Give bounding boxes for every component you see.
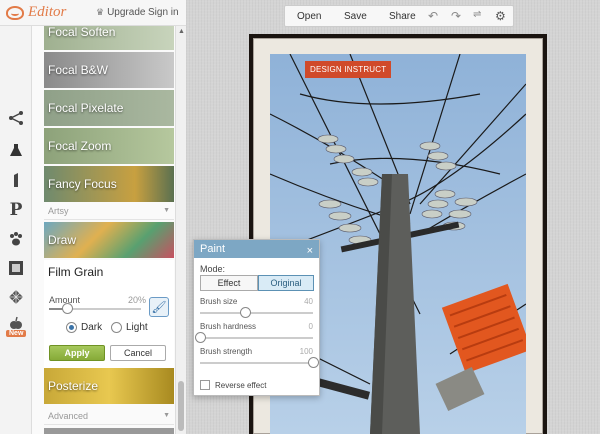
paint-dialog: Paint × Mode: Effect Original Brush size… — [193, 239, 320, 396]
share-button[interactable]: Share — [389, 11, 416, 22]
frame-icon — [9, 261, 23, 275]
section-advanced[interactable]: Advanced ▼ — [44, 407, 174, 425]
radio-light-label: Light — [126, 322, 148, 333]
brush-strength-value: 100 — [299, 347, 313, 356]
panel-scrollbar[interactable]: ▲ — [175, 26, 186, 434]
brush-icon: 🖌 — [151, 300, 167, 314]
radio-light[interactable]: Light — [111, 322, 148, 333]
paint-brush-button[interactable]: 🖌 — [149, 297, 169, 317]
effect-fancy-focus[interactable]: Fancy Focus — [44, 166, 174, 202]
brush-size-value: 40 — [304, 297, 313, 306]
effect-focal-bw[interactable]: Focal B&W — [44, 52, 174, 88]
brush-hardness-slider[interactable] — [195, 332, 313, 343]
open-button[interactable]: Open — [297, 11, 321, 22]
radio-dark-label: Dark — [81, 322, 103, 333]
effect-focal-soften[interactable]: Focal Soften — [44, 26, 174, 50]
logo-text: Editor — [28, 4, 67, 20]
effect-next[interactable] — [44, 428, 174, 434]
crown-icon: ♛ — [96, 7, 105, 17]
brush-strength-thumb[interactable] — [308, 357, 319, 368]
paint-dialog-header[interactable]: Paint × — [194, 240, 319, 258]
brush-strength-slider[interactable] — [200, 357, 319, 368]
upgrade-label: Upgrade — [107, 7, 146, 18]
lipstick-icon — [14, 173, 18, 187]
text-p-icon: P — [9, 200, 23, 220]
upgrade-link[interactable]: ♛ Upgrade — [96, 7, 145, 18]
reverse-effect-box — [200, 380, 210, 390]
tool-basic-edits[interactable] — [0, 104, 32, 132]
apply-button[interactable]: Apply — [49, 345, 105, 361]
radio-dark[interactable]: Dark — [66, 322, 102, 333]
amount-slider[interactable] — [49, 303, 141, 314]
brush-hardness-thumb[interactable] — [195, 332, 206, 343]
mode-original-button[interactable]: Original — [258, 275, 314, 291]
sign-in-link[interactable]: Sign in — [148, 7, 179, 18]
close-icon[interactable]: × — [307, 242, 313, 260]
radio-light-dot — [111, 322, 122, 333]
section-artsy[interactable]: Artsy ▼ — [44, 202, 174, 220]
undo-icon[interactable]: ↶ — [428, 9, 438, 23]
gear-icon[interactable]: ⚙ — [495, 9, 506, 23]
amount-slider-thumb[interactable] — [62, 303, 74, 314]
cancel-button[interactable]: Cancel — [110, 345, 166, 361]
scroll-up-icon[interactable]: ▲ — [178, 28, 185, 35]
section-artsy-label: Artsy — [48, 205, 69, 216]
scrollbar-thumb[interactable] — [178, 381, 184, 431]
chevron-down-icon: ▼ — [163, 412, 170, 419]
paint-dialog-title: Paint — [200, 243, 226, 255]
layers-icon[interactable]: ⇌ — [473, 9, 481, 20]
film-grain-panel: Film Grain Amount 20% 🖌 Dark Light Apply… — [44, 260, 174, 368]
effect-focal-zoom[interactable]: Focal Zoom — [44, 128, 174, 164]
tool-touch-up[interactable] — [0, 166, 32, 194]
radio-dark-dot — [66, 322, 77, 333]
nodes-icon — [9, 111, 23, 125]
top-toolbar: Open Save Share ↶ ↷ ⇌ ⚙ — [284, 5, 514, 27]
tool-effects[interactable] — [0, 136, 39, 164]
brush-size-label: Brush size — [200, 297, 238, 306]
flask-icon — [10, 144, 22, 156]
redo-icon[interactable]: ↷ — [451, 9, 461, 23]
brush-size-thumb[interactable] — [240, 307, 252, 318]
diamond-grid-icon — [9, 290, 23, 304]
film-grain-title: Film Grain — [48, 265, 104, 279]
tool-frames[interactable] — [0, 254, 32, 282]
paw-icon — [10, 232, 22, 246]
tool-sidebar: P New — [0, 26, 39, 434]
tool-seasonal[interactable]: New — [0, 312, 32, 340]
effect-focal-pixelate[interactable]: Focal Pixelate — [44, 90, 174, 126]
chevron-down-icon: ▼ — [163, 207, 170, 214]
brush-hardness-label: Brush hardness — [200, 322, 257, 331]
design-instruct-tag: DESIGN INSTRUCT — [305, 61, 392, 78]
reverse-effect-checkbox[interactable]: Reverse effect — [200, 380, 266, 390]
mode-label: Mode: — [200, 264, 226, 274]
effects-panel: Focal Soften Focal B&W Focal Pixelate Fo… — [32, 26, 186, 434]
apple-icon — [10, 316, 22, 329]
tool-overlays[interactable] — [0, 225, 32, 253]
amount-value: 20% — [128, 295, 147, 305]
brush-hardness-value: 0 — [308, 322, 313, 331]
logo-icon — [6, 5, 24, 20]
tool-text[interactable]: P — [0, 196, 32, 224]
mode-effect-button[interactable]: Effect — [200, 275, 258, 291]
app-header: Editor ♛ Upgrade Sign in — [0, 0, 186, 26]
reverse-effect-label: Reverse effect — [215, 380, 267, 390]
section-advanced-label: Advanced — [48, 410, 89, 421]
app-logo[interactable]: Editor — [0, 4, 66, 21]
brush-size-slider[interactable] — [200, 307, 313, 318]
new-badge: New — [6, 330, 27, 337]
brush-strength-label: Brush strength — [200, 347, 253, 356]
effect-posterize[interactable]: Posterize — [44, 368, 174, 404]
tool-textures[interactable] — [0, 283, 32, 311]
effect-draw[interactable]: Draw — [44, 222, 174, 258]
save-button[interactable]: Save — [344, 11, 367, 22]
